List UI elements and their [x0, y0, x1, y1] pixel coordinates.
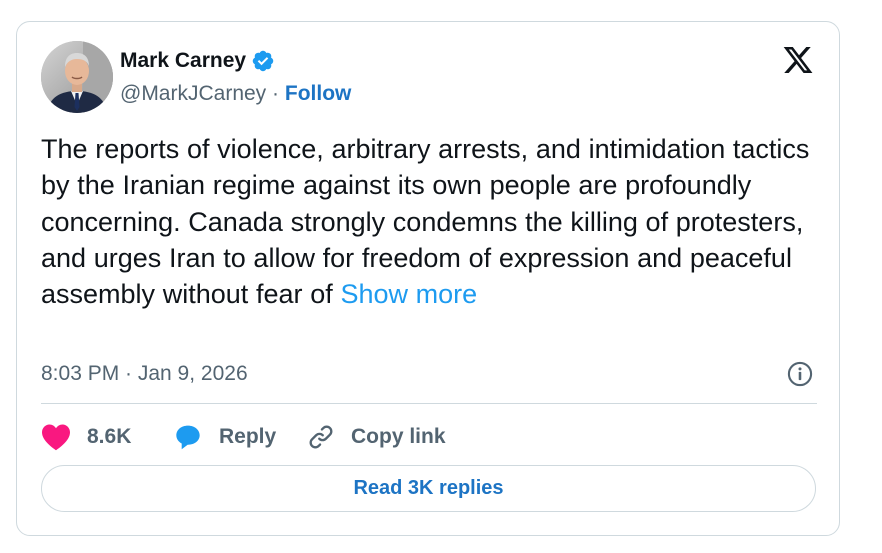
reply-label: Reply — [219, 425, 277, 448]
reply-button[interactable]: Reply — [173, 423, 307, 451]
handle-row: @MarkJCarney · Follow — [120, 82, 351, 106]
link-icon — [309, 425, 333, 449]
action-bar: 8.6K Reply Copy link — [41, 419, 446, 455]
author-name-row: Mark Carney — [120, 48, 275, 74]
read-replies-button[interactable]: Read 3K replies — [41, 465, 816, 512]
tweet-text: The reports of violence, arbitrary arres… — [41, 131, 826, 312]
follow-button[interactable]: Follow — [285, 82, 352, 105]
info-icon[interactable] — [786, 360, 814, 388]
heart-icon — [42, 424, 70, 451]
copy-link-label: Copy link — [351, 425, 446, 448]
copy-link-button[interactable]: Copy link — [307, 423, 446, 451]
like-button[interactable]: 8.6K — [41, 423, 173, 451]
author-handle[interactable]: @MarkJCarney — [120, 82, 266, 105]
handle-separator: · — [272, 82, 280, 105]
x-logo-icon[interactable] — [781, 44, 815, 76]
avatar[interactable] — [41, 41, 113, 113]
reply-bubble-icon — [176, 425, 200, 450]
show-more-link[interactable]: Show more — [340, 279, 477, 309]
divider — [41, 403, 817, 404]
tweet-card: Mark Carney @MarkJCarney · Follow The re… — [16, 21, 840, 536]
tweet-timestamp[interactable]: 8:03 PM · Jan 9, 2026 — [41, 362, 248, 386]
verified-badge-icon — [252, 50, 274, 72]
author-name[interactable]: Mark Carney — [120, 49, 246, 73]
like-count: 8.6K — [87, 425, 132, 448]
